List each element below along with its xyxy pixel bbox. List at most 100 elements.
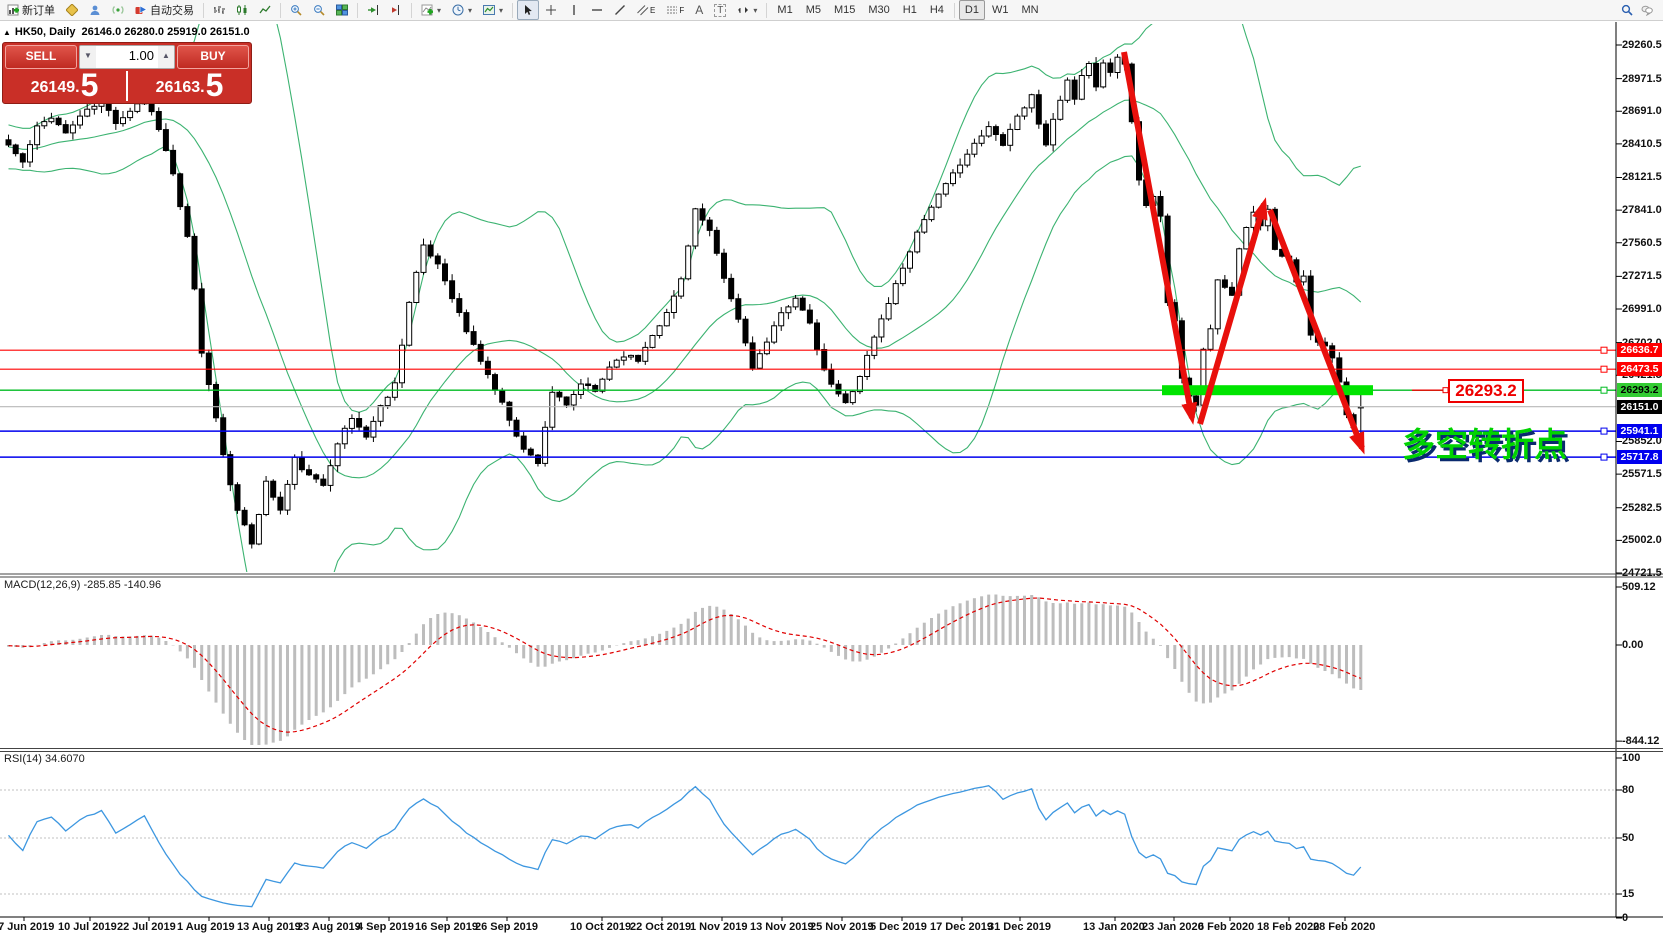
candle xyxy=(785,306,792,314)
candle xyxy=(12,144,19,155)
date-label: 23 Jan 2020 xyxy=(1142,921,1204,933)
chat-icon[interactable] xyxy=(1641,4,1653,16)
rsi-tick: 80 xyxy=(1622,784,1635,796)
candle xyxy=(892,283,899,305)
candle xyxy=(835,383,842,395)
date-label: 1 Aug 2019 xyxy=(177,921,235,933)
candlestick-icon xyxy=(237,5,247,15)
bar-chart-icon xyxy=(214,6,225,14)
candle xyxy=(406,301,413,346)
arrows-caret-icon: ▾ xyxy=(753,5,758,15)
chart-chrome xyxy=(0,22,1663,921)
volume-value[interactable]: 1.00 xyxy=(96,46,158,68)
chart-shift-button[interactable] xyxy=(385,0,407,20)
toolbar-separator xyxy=(411,2,412,18)
candle xyxy=(34,125,41,146)
price-tick: 28691.0 xyxy=(1622,105,1662,118)
candle xyxy=(356,418,363,428)
bar-chart-button[interactable] xyxy=(208,0,230,20)
candle xyxy=(649,335,656,348)
macd-tick: -844.12 xyxy=(1622,735,1660,748)
sell-price[interactable]: 26149. 5 xyxy=(3,69,126,103)
vertical-line-tool-button[interactable] xyxy=(563,0,585,20)
timeframe-m15-button[interactable]: M15 xyxy=(828,0,861,20)
candle xyxy=(327,465,334,486)
zoom-out-icon xyxy=(314,5,325,16)
candle xyxy=(477,343,484,362)
macd-tick: 509.12 xyxy=(1622,581,1656,593)
channel-tool-button[interactable]: E xyxy=(632,0,660,20)
arrows-tool-button[interactable]: ▾ xyxy=(732,0,762,20)
timeframe-m1-button[interactable]: M1 xyxy=(771,0,798,20)
volume-down-button[interactable]: ▼ xyxy=(80,46,96,68)
autotrading-button[interactable]: 自动交易 xyxy=(130,0,199,20)
candle xyxy=(69,124,76,134)
timeframe-m5-button[interactable]: M5 xyxy=(800,0,827,20)
indicators-button[interactable]: ▾ xyxy=(416,0,446,20)
candle xyxy=(828,369,835,385)
candle xyxy=(1157,196,1164,217)
timeframe-m30-button[interactable]: M30 xyxy=(862,0,895,20)
templates-button[interactable]: ▾ xyxy=(478,0,508,20)
chart-shift-icon xyxy=(392,5,399,15)
timeframe-d1-button[interactable]: D1 xyxy=(958,0,985,20)
candle xyxy=(549,391,556,428)
candle xyxy=(27,144,33,163)
crosshair-tool-button[interactable] xyxy=(540,0,562,20)
sell-button[interactable]: SELL xyxy=(5,45,77,69)
toolbar-separator xyxy=(203,2,204,18)
candle xyxy=(1093,63,1100,88)
candlestick-button[interactable] xyxy=(231,0,253,20)
label-tool-button[interactable]: T xyxy=(709,0,731,20)
macd-label: MACD(12,26,9) -285.85 -140.96 xyxy=(4,579,162,591)
indicators-icon xyxy=(421,4,433,16)
rsi-panel xyxy=(0,784,1616,908)
line-chart-button[interactable] xyxy=(254,0,276,20)
date-label: 5 Dec 2019 xyxy=(870,921,927,933)
price-callout-label[interactable]: 26293.2 xyxy=(1448,379,1524,403)
candle xyxy=(55,117,62,126)
cursor-tool-button[interactable] xyxy=(517,0,540,20)
price-tick: 29260.5 xyxy=(1622,39,1662,51)
timeframe-h4-button[interactable]: H4 xyxy=(924,0,950,20)
timeframe-w1-button[interactable]: W1 xyxy=(986,0,1015,20)
date-label: 28 Feb 2020 xyxy=(1313,921,1376,933)
volume-up-button[interactable]: ▲ xyxy=(158,46,174,68)
price-tick: 25571.5 xyxy=(1622,468,1662,481)
community-button[interactable] xyxy=(84,0,106,20)
zoom-in-button[interactable] xyxy=(285,0,307,20)
candle xyxy=(763,341,770,355)
date-label: 13 Nov 2019 xyxy=(750,921,814,933)
zoom-in-icon xyxy=(291,5,302,16)
templates-icon xyxy=(483,5,496,15)
cursor-icon xyxy=(525,5,532,15)
trend-arrow-3[interactable] xyxy=(1267,208,1365,455)
new-order-button[interactable]: 新订单 xyxy=(2,0,60,20)
candle xyxy=(721,252,727,279)
panel-collapse-icon[interactable]: ▲ xyxy=(3,28,11,37)
candle xyxy=(821,349,828,371)
candle xyxy=(1114,56,1121,74)
trendline-tool-button[interactable] xyxy=(609,0,631,20)
periods-button[interactable]: ▾ xyxy=(447,0,477,20)
trend-arrow-1[interactable] xyxy=(1121,51,1198,425)
timeframe-mn-button[interactable]: MN xyxy=(1015,0,1044,20)
fibonacci-tool-button[interactable]: F xyxy=(661,0,689,20)
chart-canvas[interactable] xyxy=(0,0,1663,942)
ide-icon xyxy=(66,4,78,16)
zoom-out-button[interactable] xyxy=(308,0,330,20)
timeframe-h1-button[interactable]: H1 xyxy=(897,0,923,20)
buy-button[interactable]: BUY xyxy=(177,45,249,69)
ide-button[interactable] xyxy=(61,0,83,20)
candle xyxy=(992,126,999,135)
line-chart-icon xyxy=(259,5,271,14)
horizontal-line-tool-button[interactable] xyxy=(586,0,608,20)
candle xyxy=(420,244,427,273)
buy-price[interactable]: 26163. 5 xyxy=(128,69,251,103)
signals-button[interactable] xyxy=(107,0,129,20)
text-tool-button[interactable]: A xyxy=(690,0,708,20)
search-icon[interactable] xyxy=(1621,4,1633,16)
auto-scroll-button[interactable] xyxy=(362,0,384,20)
tile-windows-button[interactable] xyxy=(331,0,353,20)
candle xyxy=(413,271,420,303)
